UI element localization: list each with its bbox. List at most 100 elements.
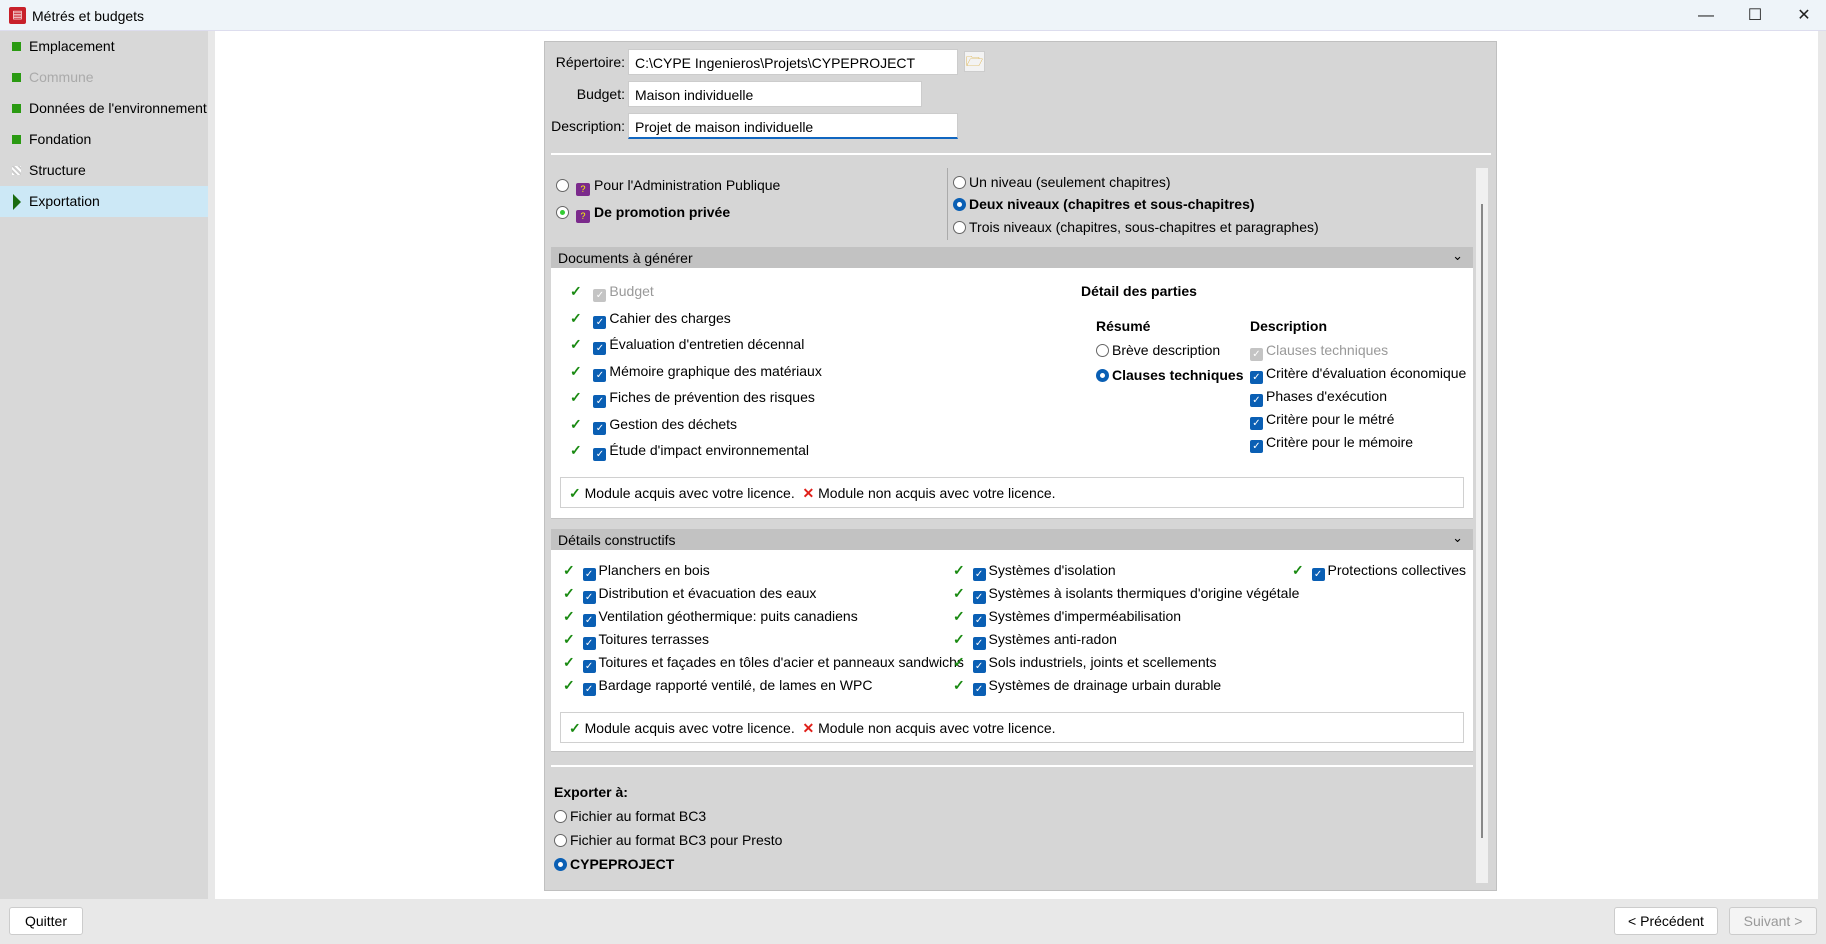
checkbox[interactable]: ✓ xyxy=(972,614,986,627)
detail-item[interactable]: ✓ ✓ Protections collectives xyxy=(1292,562,1466,581)
sidebar-item[interactable]: Commune xyxy=(0,62,208,93)
checkbox[interactable]: ✓ xyxy=(582,660,596,673)
checkbox[interactable]: ✓ xyxy=(582,683,596,696)
radio-button[interactable] xyxy=(554,834,567,847)
type-radio-option[interactable]: ? De promotion privée xyxy=(556,204,730,223)
budget-input[interactable]: Maison individuelle xyxy=(628,81,922,107)
document-item[interactable]: ✓ ✓ Budget xyxy=(570,283,654,302)
detail-item[interactable]: ✓ ✓ Systèmes anti-radon xyxy=(953,631,1117,650)
sidebar-item[interactable]: Emplacement xyxy=(0,31,208,62)
detail-item[interactable]: ✓ ✓ Distribution et évacuation des eaux xyxy=(563,585,816,604)
checkbox[interactable]: ✓ xyxy=(1250,348,1263,361)
detail-label: Protections collectives xyxy=(1327,562,1467,578)
level-radio-option[interactable]: Deux niveaux (chapitres et sous-chapitre… xyxy=(953,196,1255,212)
checkbox[interactable]: ✓ xyxy=(582,637,596,650)
chevron-down-icon[interactable]: ⌄ xyxy=(1452,530,1463,546)
resume-radio-option[interactable]: Brève description xyxy=(1096,342,1220,358)
sidebar-item[interactable]: Données de l'environnement xyxy=(0,93,208,124)
checkbox[interactable]: ✓ xyxy=(972,683,986,696)
checkbox[interactable]: ✓ xyxy=(1250,417,1263,430)
detail-item[interactable]: ✓ ✓ Systèmes d'isolation xyxy=(953,562,1116,581)
detail-item[interactable]: ✓ ✓ Sols industriels, joints et scellemen… xyxy=(953,654,1217,673)
radio-button[interactable] xyxy=(953,176,966,189)
document-item[interactable]: ✓ ✓ Gestion des déchets xyxy=(570,416,737,435)
close-button[interactable]: ✕ xyxy=(1784,4,1824,28)
document-item[interactable]: ✓ ✓ Fiches de prévention des risques xyxy=(570,389,815,408)
description-item[interactable]: ✓ Critère pour le mémoire xyxy=(1250,434,1413,453)
sidebar-item[interactable]: Structure xyxy=(0,155,208,186)
resume-radio-option[interactable]: Clauses techniques xyxy=(1096,367,1244,383)
checkbox[interactable]: ✓ xyxy=(972,637,986,650)
document-item[interactable]: ✓ ✓ Étude d'impact environnemental xyxy=(570,442,809,461)
title-bar: ▤ Métrés et budgets — ☐ ✕ xyxy=(0,0,1826,31)
sidebar-item[interactable]: Exportation xyxy=(0,186,208,217)
checkbox[interactable]: ✓ xyxy=(593,315,607,329)
export-radio-option[interactable]: Fichier au format BC3 pour Presto xyxy=(554,832,782,848)
level-radio-option[interactable]: Un niveau (seulement chapitres) xyxy=(953,174,1171,190)
description-input[interactable]: Projet de maison individuelle xyxy=(628,113,958,139)
maximize-button[interactable]: ☐ xyxy=(1735,4,1775,28)
details-header[interactable]: Détails constructifs ⌄ xyxy=(551,529,1473,550)
export-radio-option[interactable]: CYPEPROJECT xyxy=(554,856,674,872)
radio-button[interactable] xyxy=(953,221,966,234)
radio-button[interactable] xyxy=(1096,344,1109,357)
folder-open-icon[interactable]: 🗁 xyxy=(964,51,985,72)
description-item[interactable]: ✓ Phases d'exécution xyxy=(1250,388,1387,407)
document-label: Fiches de prévention des risques xyxy=(609,389,815,405)
detail-item[interactable]: ✓ ✓ Systèmes d'imperméabilisation xyxy=(953,608,1181,627)
detail-item[interactable]: ✓ ✓ Planchers en bois xyxy=(563,562,710,581)
previous-button[interactable]: < Précédent xyxy=(1614,907,1718,935)
checkbox[interactable]: ✓ xyxy=(972,660,986,673)
repertoire-input[interactable]: C:\CYPE Ingenieros\Projets\CYPEPROJECT xyxy=(628,49,958,75)
export-radio-option[interactable]: Fichier au format BC3 xyxy=(554,808,706,824)
description-item[interactable]: ✓ Critère d'évaluation économique xyxy=(1250,365,1466,384)
radio-button[interactable] xyxy=(554,858,567,871)
radio-button[interactable] xyxy=(1096,369,1109,382)
checkbox[interactable]: ✓ xyxy=(593,368,607,382)
checkbox[interactable]: ✓ xyxy=(972,568,986,581)
checkbox[interactable]: ✓ xyxy=(972,591,986,604)
type-radio-option[interactable]: ? Pour l'Administration Publique xyxy=(556,177,780,196)
radio-button[interactable] xyxy=(554,810,567,823)
book-icon: ? xyxy=(576,183,590,196)
minimize-button[interactable]: — xyxy=(1686,4,1726,28)
detail-item[interactable]: ✓ ✓ Systèmes à isolants thermiques d'orig… xyxy=(953,585,1299,604)
chevron-down-icon[interactable]: ⌄ xyxy=(1452,248,1463,264)
document-item[interactable]: ✓ ✓ Mémoire graphique des matériaux xyxy=(570,363,822,382)
document-item[interactable]: ✓ ✓ Cahier des charges xyxy=(570,310,731,329)
checkbox[interactable]: ✓ xyxy=(1250,394,1263,407)
description-item[interactable]: ✓ Clauses techniques xyxy=(1250,342,1388,361)
detail-item[interactable]: ✓ ✓ Bardage rapporté ventilé, de lames en… xyxy=(563,677,872,696)
checkbox[interactable]: ✓ xyxy=(582,614,596,627)
checkbox[interactable]: ✓ xyxy=(593,448,607,461)
detail-item[interactable]: ✓ ✓ Toitures terrasses xyxy=(563,631,709,650)
detail-item[interactable]: ✓ ✓ Ventilation géothermique: puits canad… xyxy=(563,608,858,627)
detail-item[interactable]: ✓ ✓ Toitures et façades en tôles d'acier … xyxy=(563,654,964,673)
check-icon: ✓ xyxy=(569,485,581,501)
checkbox[interactable]: ✓ xyxy=(1311,568,1325,581)
radio-button[interactable] xyxy=(953,198,966,211)
checkbox[interactable]: ✓ xyxy=(593,395,607,408)
checkbox[interactable]: ✓ xyxy=(1250,371,1263,384)
checkbox[interactable]: ✓ xyxy=(593,421,607,435)
status-square-icon xyxy=(12,73,21,82)
sidebar-item[interactable]: Fondation xyxy=(0,124,208,155)
radio-button[interactable] xyxy=(556,179,569,192)
next-button[interactable]: Suivant > xyxy=(1729,907,1817,935)
check-icon: ✓ xyxy=(953,654,965,670)
document-item[interactable]: ✓ ✓ Évaluation d'entretien décennal xyxy=(570,336,804,355)
checkbox[interactable]: ✓ xyxy=(1250,440,1263,453)
checkbox[interactable]: ✓ xyxy=(582,568,596,581)
scrollbar-thumb[interactable] xyxy=(1481,204,1483,838)
radio-button[interactable] xyxy=(556,206,569,219)
checkbox[interactable]: ✓ xyxy=(593,289,607,302)
detail-item[interactable]: ✓ ✓ Systèmes de drainage urbain durable xyxy=(953,677,1221,696)
documents-header[interactable]: Documents à générer ⌄ xyxy=(551,247,1473,268)
description-item[interactable]: ✓ Critère pour le métré xyxy=(1250,411,1394,430)
scrollbar[interactable] xyxy=(1476,168,1488,883)
checkbox[interactable]: ✓ xyxy=(593,342,607,355)
checkbox[interactable]: ✓ xyxy=(582,591,596,604)
detail-label: Toitures et façades en tôles d'acier et … xyxy=(598,654,964,670)
quit-button[interactable]: Quitter xyxy=(9,907,83,935)
level-radio-option[interactable]: Trois niveaux (chapitres, sous-chapitres… xyxy=(953,219,1319,235)
